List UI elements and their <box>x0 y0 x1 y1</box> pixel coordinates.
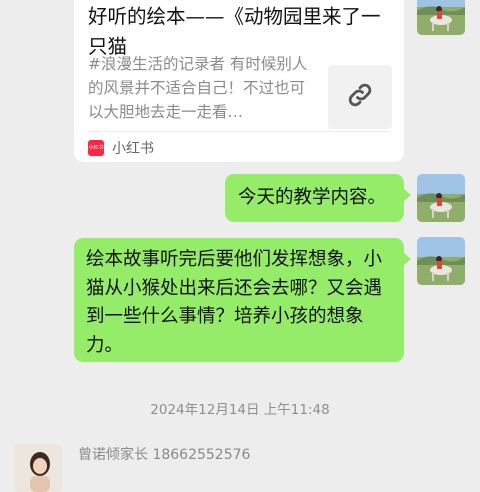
link-card-thumbnail <box>328 65 392 129</box>
link-card-source-name: 小红书 <box>112 141 154 157</box>
outgoing-message-bubble[interactable]: 绘本故事听完后要他们发挥想象，小猫从小猴处出来后还会去哪？又会遇到一些什么事情？… <box>74 238 411 362</box>
link-card-source: 小红书 小红书 <box>88 138 154 158</box>
sender-name: 曾诺倾家长 18662552576 <box>78 447 251 463</box>
chat-area: 好听的绘本——《动物园里来了一只猫 #浪漫生活的记录者 有时候别人的风景并不适合… <box>0 0 480 492</box>
message-text: 今天的教学内容。 <box>238 187 387 208</box>
self-avatar[interactable] <box>417 0 465 35</box>
outgoing-message-bubble[interactable]: 今天的教学内容。 <box>225 174 411 222</box>
message-timestamp: 2024年12月14日 上午11:48 <box>150 402 330 418</box>
xiaohongshu-logo-icon: 小红书 <box>88 140 104 156</box>
message-text: 绘本故事听完后要他们发挥想象，小猫从小猴处出来后还会去哪？又会遇到一些什么事情？… <box>86 249 383 356</box>
self-avatar[interactable] <box>417 174 465 222</box>
link-card-divider <box>88 131 390 132</box>
self-avatar[interactable] <box>417 237 465 285</box>
link-card-description: #浪漫生活的记录者 有时候别人的风景并不适合自己！不过也可以大胆地去走一走看… <box>88 55 308 121</box>
shared-link-card[interactable]: 好听的绘本——《动物园里来了一只猫 #浪漫生活的记录者 有时候别人的风景并不适合… <box>74 0 404 162</box>
link-icon <box>345 80 375 114</box>
sender-avatar[interactable] <box>14 444 62 492</box>
